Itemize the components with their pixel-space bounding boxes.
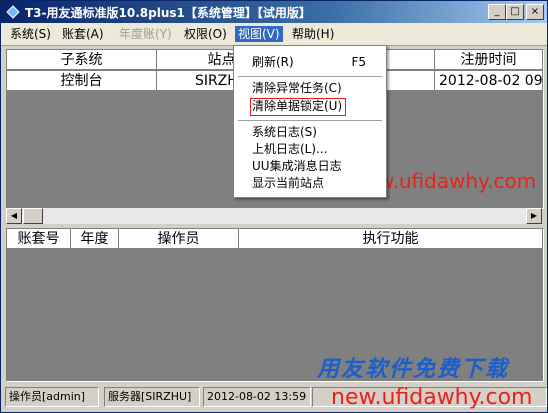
column-header-year[interactable]: 年度 [71,229,119,249]
app-window: T3-用友通标准版10.8plus1【系统管理】【试用版】 _ □ × 系统(S… [0,0,548,413]
status-server: 服务器[SIRZHU] [104,387,200,407]
menu-view[interactable]: 视图(V) [235,26,283,42]
menu-item-login-log[interactable]: 上机日志(L)... [252,141,328,157]
menu-permissions[interactable]: 权限(O) [181,26,230,42]
menu-item-refresh[interactable]: 刷新(R) [252,54,294,70]
cell-subsystem: 控制台 [7,71,157,91]
menu-system[interactable]: 系统(S) [7,26,54,42]
menu-account-set[interactable]: 账套(A) [59,26,107,42]
title-bar[interactable]: T3-用友通标准版10.8plus1【系统管理】【试用版】 _ □ × [1,1,547,23]
menu-separator [238,76,382,77]
menu-item-uu-message-log[interactable]: UU集成消息日志 [252,158,342,174]
scroll-thumb[interactable] [23,208,43,224]
maximize-button[interactable]: □ [506,4,524,20]
menu-item-show-current-site[interactable]: 显示当前站点 [252,175,324,191]
column-header-account-set[interactable]: 账套号 [7,229,71,249]
menu-item-clear-abnormal-tasks[interactable]: 清除异常任务(C) [252,80,342,96]
menu-fiscal-year[interactable]: 年度账(Y) [116,26,175,42]
cell-register-time: 2012-08-02 09 [435,71,543,91]
watermark-brand: 用友软件免费下载 [317,357,510,382]
status-operator: 操作员[admin] [5,387,99,407]
scroll-left-icon[interactable]: ◀ [6,208,22,224]
menu-item-system-log[interactable]: 系统日志(S) [252,124,317,140]
menu-item-clear-document-locks[interactable]: 清除单据锁定(U) [252,98,342,114]
horizontal-scrollbar[interactable]: ◀ ▶ [6,208,542,224]
status-datetime: 2012-08-02 13:59 [203,387,311,407]
column-header-register-time[interactable]: 注册时间 [435,50,543,70]
minimize-button[interactable]: _ [488,4,506,20]
column-header-subsystem[interactable]: 子系统 [7,50,157,70]
menu-item-refresh-shortcut: F5 [351,55,366,69]
column-header-operator[interactable]: 操作员 [119,229,239,249]
menu-help[interactable]: 帮助(H) [289,26,337,42]
app-logo-icon [6,5,20,19]
task-table-header: 账套号 年度 操作员 执行功能 [7,229,543,249]
column-header-function[interactable]: 执行功能 [239,229,543,249]
view-menu-dropdown: 刷新(R) F5 清除异常任务(C) 清除单据锁定(U) 系统日志(S) 上机日… [233,45,387,198]
scroll-right-icon[interactable]: ▶ [526,208,542,224]
menu-bar: 系统(S) 账套(A) 年度账(Y) 权限(O) 视图(V) 帮助(H) [1,23,547,46]
watermark-url-bottom: new.ufidawhy.com [331,385,533,410]
window-title: T3-用友通标准版10.8plus1【系统管理】【试用版】 [25,6,311,20]
menu-separator [238,120,382,121]
close-button[interactable]: × [526,4,544,20]
